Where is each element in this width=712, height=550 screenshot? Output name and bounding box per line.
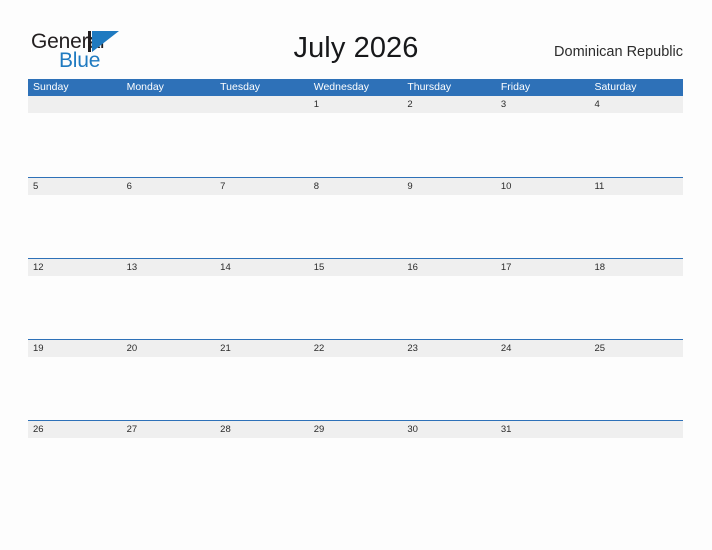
week-note-area [28, 438, 683, 501]
week-date-band: 1 2 3 4 [28, 96, 683, 113]
day-cell[interactable]: 30 [402, 421, 496, 438]
day-note-cell[interactable] [589, 357, 683, 420]
day-cell[interactable]: 21 [215, 340, 309, 357]
day-cell[interactable]: 27 [122, 421, 216, 438]
day-cell[interactable]: 22 [309, 340, 403, 357]
day-cell[interactable]: 3 [496, 96, 590, 113]
day-note-cell[interactable] [309, 276, 403, 339]
day-cell[interactable]: 7 [215, 178, 309, 195]
day-note-cell[interactable] [28, 357, 122, 420]
day-note-cell[interactable] [589, 276, 683, 339]
day-note-cell[interactable] [215, 276, 309, 339]
day-cell[interactable]: 15 [309, 259, 403, 276]
day-cell[interactable]: 20 [122, 340, 216, 357]
week-note-area [28, 113, 683, 176]
week-note-area [28, 276, 683, 339]
week-note-area [28, 357, 683, 420]
weekday-friday: Friday [500, 81, 531, 93]
day-note-cell[interactable] [122, 357, 216, 420]
day-note-cell[interactable] [215, 438, 309, 501]
week-row: 12 13 14 15 16 17 18 [28, 258, 683, 339]
day-cell[interactable]: 11 [589, 178, 683, 195]
day-cell[interactable]: 4 [589, 96, 683, 113]
day-cell[interactable]: 10 [496, 178, 590, 195]
weekday-thursday: Thursday [407, 81, 452, 93]
day-cell[interactable]: 31 [496, 421, 590, 438]
day-cell[interactable]: 6 [122, 178, 216, 195]
week-row: 19 20 21 22 23 24 25 [28, 339, 683, 420]
day-note-cell[interactable] [215, 113, 309, 176]
week-row: 1 2 3 4 [28, 96, 683, 177]
week-row: 5 6 7 8 9 10 11 [28, 177, 683, 258]
day-note-cell[interactable] [496, 195, 590, 258]
day-note-cell[interactable] [496, 438, 590, 501]
day-note-cell[interactable] [28, 195, 122, 258]
day-note-cell[interactable] [28, 438, 122, 501]
day-note-cell[interactable] [28, 276, 122, 339]
day-note-cell[interactable] [402, 276, 496, 339]
day-note-cell[interactable] [589, 195, 683, 258]
day-note-cell[interactable] [402, 195, 496, 258]
week-note-area [28, 195, 683, 258]
day-cell[interactable]: 2 [402, 96, 496, 113]
day-note-cell[interactable] [496, 357, 590, 420]
week-date-band: 5 6 7 8 9 10 11 [28, 178, 683, 195]
day-cell[interactable]: 14 [215, 259, 309, 276]
day-cell[interactable]: 9 [402, 178, 496, 195]
day-cell[interactable]: 18 [589, 259, 683, 276]
week-date-band: 19 20 21 22 23 24 25 [28, 340, 683, 357]
day-cell[interactable]: 12 [28, 259, 122, 276]
day-note-cell[interactable] [309, 195, 403, 258]
week-date-band: 12 13 14 15 16 17 18 [28, 259, 683, 276]
day-cell[interactable]: 5 [28, 178, 122, 195]
day-cell[interactable]: 25 [589, 340, 683, 357]
day-cell[interactable]: 29 [309, 421, 403, 438]
day-note-cell[interactable] [402, 438, 496, 501]
weekday-header-row: Sunday Monday Tuesday Wednesday Thursday… [28, 79, 683, 96]
calendar-grid: Sunday Monday Tuesday Wednesday Thursday… [28, 79, 683, 501]
day-note-cell[interactable] [496, 113, 590, 176]
day-note-cell[interactable] [122, 438, 216, 501]
day-cell[interactable]: 8 [309, 178, 403, 195]
day-cell[interactable] [589, 421, 683, 438]
weekday-saturday: Saturday [594, 81, 637, 93]
day-note-cell[interactable] [496, 276, 590, 339]
day-note-cell[interactable] [28, 113, 122, 176]
day-cell[interactable]: 24 [496, 340, 590, 357]
day-cell[interactable]: 16 [402, 259, 496, 276]
day-cell[interactable] [122, 96, 216, 113]
day-cell[interactable]: 19 [28, 340, 122, 357]
day-cell[interactable]: 23 [402, 340, 496, 357]
week-date-band: 26 27 28 29 30 31 [28, 421, 683, 438]
day-note-cell[interactable] [122, 113, 216, 176]
day-cell[interactable]: 26 [28, 421, 122, 438]
weekday-wednesday: Wednesday [313, 81, 369, 93]
day-note-cell[interactable] [402, 357, 496, 420]
day-note-cell[interactable] [122, 276, 216, 339]
page-header: General Blue July 2026 Dominican Republi… [0, 0, 712, 78]
day-note-cell[interactable] [589, 438, 683, 501]
day-note-cell[interactable] [215, 195, 309, 258]
day-cell[interactable]: 17 [496, 259, 590, 276]
day-cell[interactable]: 1 [309, 96, 403, 113]
week-row: 26 27 28 29 30 31 [28, 420, 683, 501]
day-cell[interactable] [28, 96, 122, 113]
day-cell[interactable]: 28 [215, 421, 309, 438]
day-note-cell[interactable] [215, 357, 309, 420]
day-cell[interactable] [215, 96, 309, 113]
day-note-cell[interactable] [309, 357, 403, 420]
day-note-cell[interactable] [309, 113, 403, 176]
day-cell[interactable]: 13 [122, 259, 216, 276]
weekday-sunday: Sunday [33, 81, 69, 93]
weekday-monday: Monday [126, 81, 164, 93]
day-note-cell[interactable] [309, 438, 403, 501]
weekday-tuesday: Tuesday [220, 81, 261, 93]
day-note-cell[interactable] [122, 195, 216, 258]
region-label: Dominican Republic [554, 44, 683, 60]
day-note-cell[interactable] [589, 113, 683, 176]
day-note-cell[interactable] [402, 113, 496, 176]
